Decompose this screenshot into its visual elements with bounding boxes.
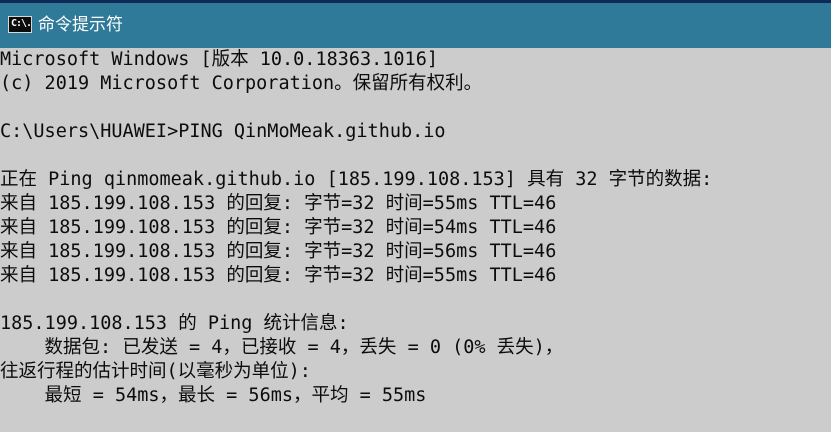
ping-rtt-heading: 往返行程的估计时间(以毫秒为单位): — [0, 361, 311, 382]
ping-reply-line: 来自 185.199.108.153 的回复: 字节=32 时间=56ms TT… — [0, 241, 557, 262]
ping-rtt-line: 最短 = 54ms，最长 = 56ms，平均 = 55ms — [0, 385, 427, 406]
ping-reply-line: 来自 185.199.108.153 的回复: 字节=32 时间=55ms TT… — [0, 193, 557, 214]
ping-reply-line: 来自 185.199.108.153 的回复: 字节=32 时间=55ms TT… — [0, 265, 557, 286]
window-title: 命令提示符 — [38, 15, 123, 35]
command-line: C:\Users\HUAWEI>PING QinMoMeak.github.io — [0, 121, 446, 142]
ping-reply-line: 来自 185.199.108.153 的回复: 字节=32 时间=54ms TT… — [0, 217, 557, 238]
cmd-icon[interactable]: C:\. — [8, 16, 32, 33]
ping-packets-line: 数据包: 已发送 = 4，已接收 = 4，丢失 = 0 (0% 丢失)， — [0, 337, 564, 358]
command-prompt-window: C:\. 命令提示符 Microsoft Windows [版本 10.0.18… — [0, 0, 831, 432]
cmd-icon-glyph: C:\. — [11, 18, 32, 29]
ping-header-line: 正在 Ping qinmomeak.github.io [185.199.108… — [0, 169, 713, 190]
console-line: (c) 2019 Microsoft Corporation。保留所有权利。 — [0, 73, 483, 94]
ping-stats-heading: 185.199.108.153 的 Ping 统计信息: — [0, 313, 349, 334]
title-bar[interactable]: C:\. 命令提示符 — [0, 3, 831, 48]
console-output[interactable]: Microsoft Windows [版本 10.0.18363.1016] (… — [0, 48, 831, 432]
console-line: Microsoft Windows [版本 10.0.18363.1016] — [0, 49, 438, 70]
